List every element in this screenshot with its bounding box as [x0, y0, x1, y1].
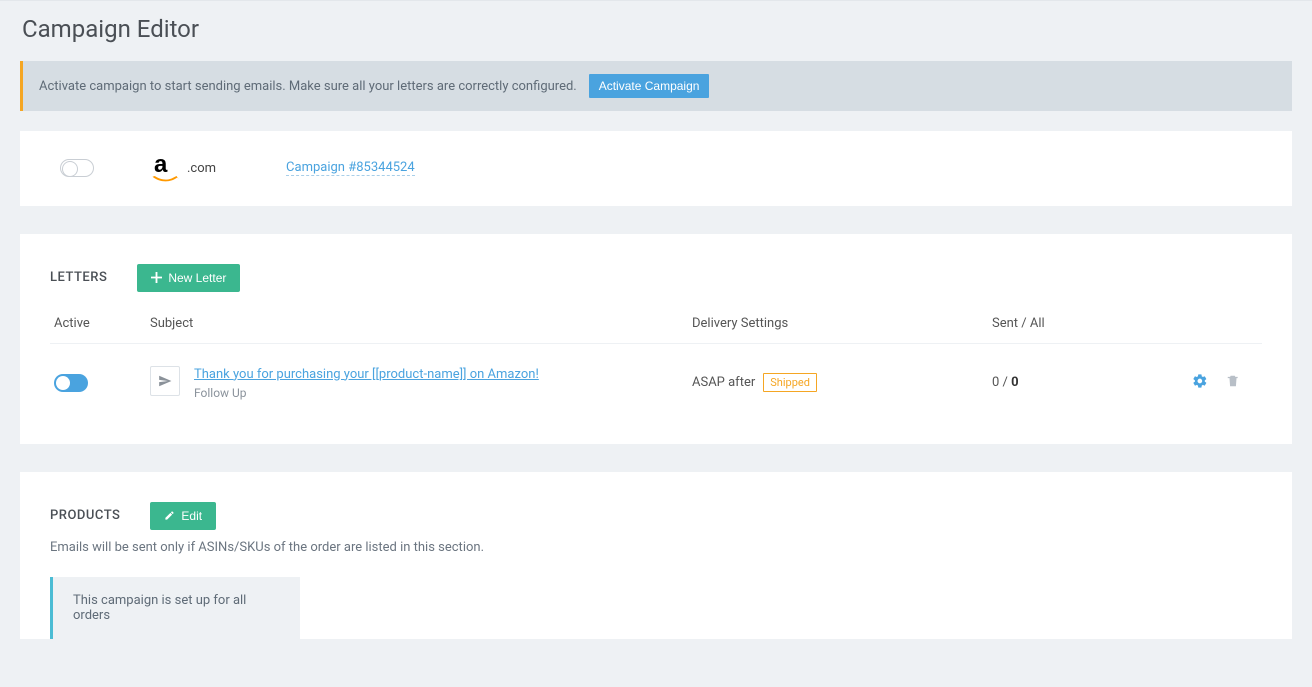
gear-icon[interactable] — [1192, 373, 1208, 393]
letter-subject-link[interactable]: Thank you for purchasing your [[product-… — [194, 367, 539, 382]
status-badge: Shipped — [763, 373, 817, 392]
activate-alert: Activate campaign to start sending email… — [20, 61, 1292, 111]
delivery-prefix: ASAP after — [692, 375, 755, 390]
products-note: Emails will be sent only if ASINs/SKUs o… — [50, 540, 1262, 555]
new-letter-label: New Letter — [168, 271, 226, 285]
send-icon — [150, 366, 180, 396]
marketplace-logo: a .com — [154, 153, 216, 184]
campaign-name-link[interactable]: Campaign #85344524 — [286, 160, 415, 176]
edit-label: Edit — [181, 509, 202, 523]
col-sent: Sent / All — [992, 316, 1192, 331]
sent-all-cell: 0 / 0 — [992, 375, 1192, 390]
col-subject: Subject — [150, 316, 692, 331]
plus-icon — [151, 272, 162, 283]
trash-icon[interactable] — [1226, 374, 1240, 392]
amazon-a-icon: a — [154, 151, 167, 178]
alert-text: Activate campaign to start sending email… — [39, 79, 577, 94]
new-letter-button[interactable]: New Letter — [137, 264, 240, 292]
col-active: Active — [50, 316, 150, 331]
campaign-header-card: a .com Campaign #85344524 — [20, 131, 1292, 206]
page-title: Campaign Editor — [0, 0, 1312, 61]
pencil-icon — [164, 510, 175, 521]
letter-subtype: Follow Up — [194, 386, 539, 400]
letters-card: LETTERS New Letter Active Subject Delive… — [20, 234, 1292, 444]
letters-section-title: LETTERS — [50, 270, 107, 285]
table-row: Thank you for purchasing your [[product-… — [50, 344, 1262, 410]
edit-products-button[interactable]: Edit — [150, 502, 216, 530]
campaign-active-toggle[interactable] — [60, 159, 94, 177]
letter-active-toggle[interactable] — [54, 374, 88, 392]
col-delivery: Delivery Settings — [692, 316, 992, 331]
products-section-title: PRODUCTS — [50, 508, 120, 523]
letters-table-header: Active Subject Delivery Settings Sent / … — [50, 310, 1262, 344]
products-info-box: This campaign is set up for all orders — [50, 577, 300, 639]
activate-campaign-button[interactable]: Activate Campaign — [589, 74, 710, 98]
marketplace-domain: .com — [187, 161, 216, 176]
products-card: PRODUCTS Edit Emails will be sent only i… — [20, 472, 1292, 639]
